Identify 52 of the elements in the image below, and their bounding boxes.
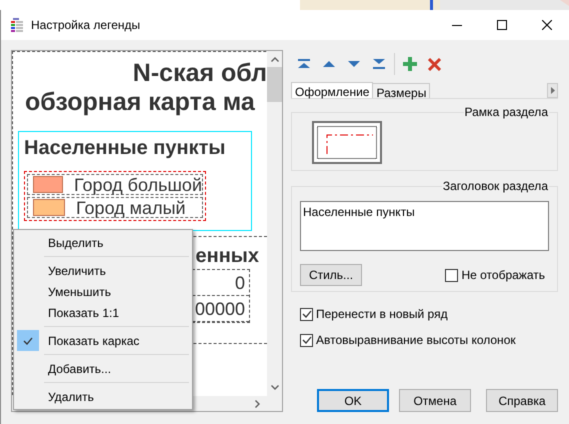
checkbox-label: Автовыравнивание высоты колонок bbox=[316, 332, 516, 349]
scroll-right-icon[interactable] bbox=[255, 400, 260, 408]
style-button[interactable]: Стиль... bbox=[300, 264, 362, 286]
menu-item[interactable]: Показать каркас bbox=[14, 330, 192, 351]
dialog-button[interactable]: Справка bbox=[486, 389, 558, 412]
maximize-icon bbox=[496, 20, 506, 30]
scroll-up-icon[interactable] bbox=[270, 57, 278, 62]
scrollbar-thumb[interactable] bbox=[267, 67, 282, 102]
checkbox[interactable] bbox=[300, 308, 313, 320]
dialog-button[interactable]: Отмена bbox=[399, 389, 471, 412]
checkbox-label: Перенести в новый ряд bbox=[316, 306, 448, 323]
legend-item-label: 00000 bbox=[194, 298, 245, 318]
legend-item-label: Город малый bbox=[76, 198, 186, 218]
menu-item[interactable]: Показать 1:1 bbox=[14, 302, 192, 323]
checkbox-label: Не отображать bbox=[461, 267, 545, 284]
legend-title: обзорная карта ма bbox=[25, 88, 255, 116]
menu-item[interactable]: Увеличить bbox=[14, 260, 192, 281]
menu-item[interactable]: Уменьшить bbox=[14, 281, 192, 302]
legend-item-label: Город большой bbox=[74, 174, 202, 194]
checkbox[interactable] bbox=[300, 334, 313, 346]
section-title: енных bbox=[196, 244, 259, 268]
check-icon bbox=[302, 336, 312, 344]
minimize-icon bbox=[452, 24, 462, 26]
frame-preview-icon bbox=[317, 126, 377, 159]
move-down-icon[interactable] bbox=[348, 61, 360, 67]
move-to-bottom-icon[interactable] bbox=[373, 59, 385, 69]
close-icon bbox=[542, 20, 552, 30]
scroll-down-icon[interactable] bbox=[270, 385, 278, 390]
legend-icon bbox=[11, 18, 23, 32]
tab[interactable]: Оформление bbox=[291, 82, 374, 98]
add-icon[interactable] bbox=[403, 57, 417, 71]
window-title: Настройка легенды bbox=[31, 17, 140, 34]
dialog-button[interactable]: OK bbox=[317, 389, 389, 412]
checkbox[interactable] bbox=[445, 268, 458, 282]
header-text-field[interactable]: Населенные пункты bbox=[300, 201, 549, 251]
frame-style-button[interactable] bbox=[312, 121, 382, 164]
move-up-icon[interactable] bbox=[323, 61, 335, 67]
menu-item[interactable]: Добавить... bbox=[14, 358, 192, 379]
menu-item[interactable]: Выделить bbox=[14, 232, 192, 253]
tab-scroll-button[interactable] bbox=[547, 83, 558, 98]
move-to-top-icon[interactable] bbox=[298, 59, 310, 69]
legend-item-label: 0 bbox=[234, 272, 245, 292]
legend-title: N-ская обл bbox=[132, 59, 267, 87]
group-label: Заголовок раздела bbox=[442, 178, 549, 195]
tab[interactable]: Размеры bbox=[372, 83, 430, 98]
check-icon bbox=[23, 336, 33, 344]
check-icon bbox=[302, 310, 312, 318]
menu-item[interactable]: Удалить bbox=[14, 386, 192, 407]
section-title: Населенные пункты bbox=[24, 136, 226, 160]
scroll-right-icon[interactable] bbox=[550, 87, 554, 94]
group-label: Рамка раздела bbox=[464, 104, 549, 121]
delete-icon[interactable] bbox=[428, 58, 441, 70]
